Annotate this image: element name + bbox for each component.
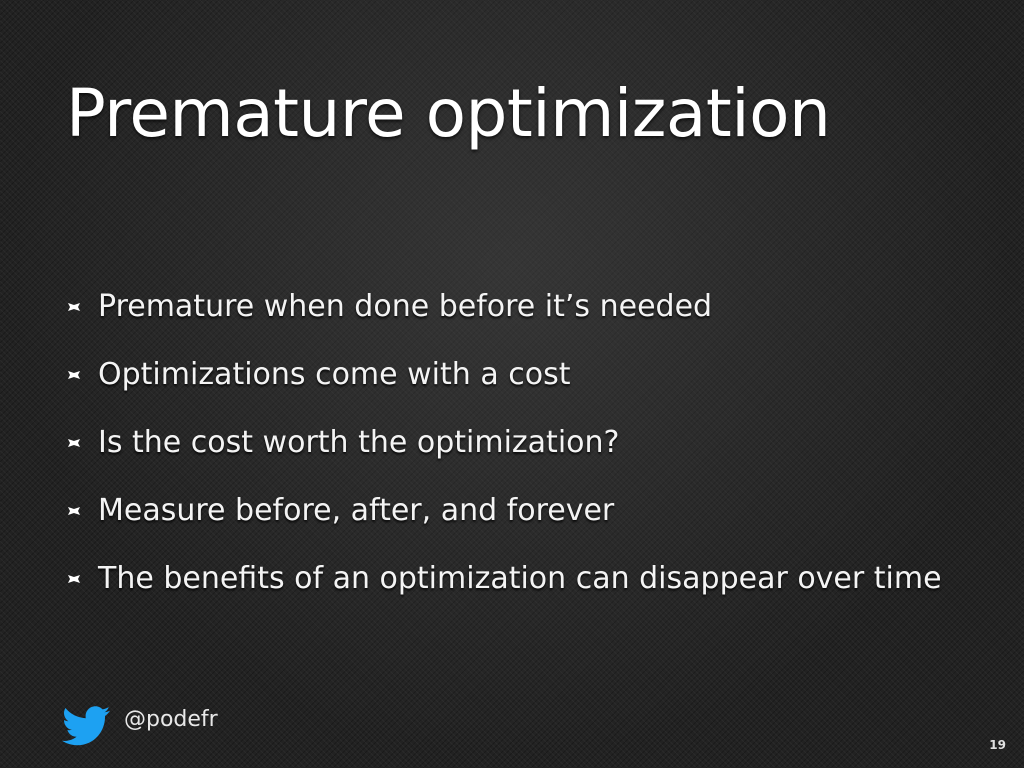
handle-text: @podefr — [124, 706, 218, 732]
bullet-text: Optimizations come with a cost — [98, 357, 571, 392]
bullet-text: Is the cost worth the optimization? — [98, 425, 620, 460]
bullet-text: Measure before, after, and forever — [98, 493, 615, 528]
slide-number: 19 — [989, 738, 1006, 752]
bullet-list: Premature when done before it’s needed O… — [62, 286, 942, 626]
bullet-marker-icon — [62, 354, 98, 396]
slide: Premature optimization Premature when do… — [0, 0, 1024, 768]
bullet-item: Is the cost worth the optimization? — [62, 422, 942, 490]
slide-title: Premature optimization — [66, 75, 831, 152]
bullet-item: Premature when done before it’s needed — [62, 286, 942, 354]
bullet-item: The benefits of an optimization can disa… — [62, 558, 942, 626]
twitter-handle[interactable]: @podefr — [62, 704, 218, 748]
bullet-marker-icon — [62, 286, 98, 328]
bullet-text: Premature when done before it’s needed — [98, 289, 713, 324]
bullet-item: Measure before, after, and forever — [62, 490, 942, 558]
bullet-item: Optimizations come with a cost — [62, 354, 942, 422]
bullet-marker-icon — [62, 490, 98, 532]
bullet-marker-icon — [62, 558, 98, 600]
bullet-marker-icon — [62, 422, 98, 464]
bullet-text: The benefits of an optimization can disa… — [98, 561, 942, 596]
twitter-bird-icon — [62, 706, 110, 746]
